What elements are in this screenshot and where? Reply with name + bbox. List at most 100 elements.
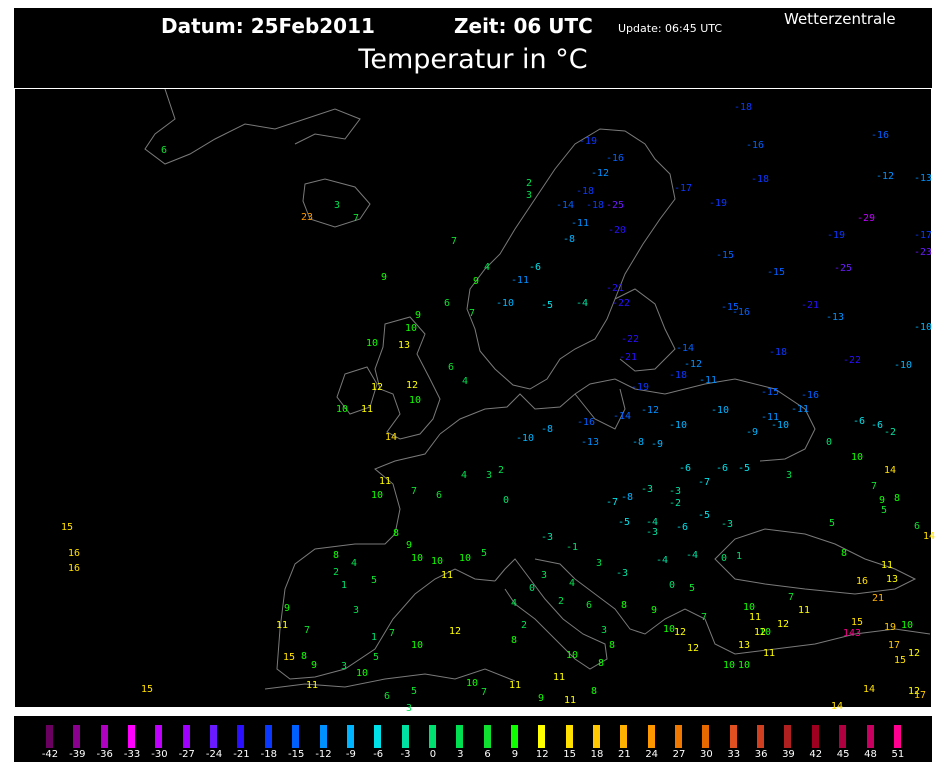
station-temperature: 8 [301,651,308,662]
station-temperature: 1 [341,580,348,591]
station-temperature: 10 [409,395,422,406]
station-temperature: 11 [379,476,392,487]
station-temperature: 8 [511,635,518,646]
station-temperature: -6 [676,522,689,533]
station-temperature: 5 [829,518,836,529]
station-temperature: 10 [336,404,349,415]
station-temperature: -19 [827,230,846,241]
station-temperature: -10 [914,322,933,333]
legend-swatch [319,725,327,748]
station-temperature: 12 [908,648,921,659]
station-temperature: 0 [529,583,536,594]
station-temperature: -3 [669,486,682,497]
station-temperature: -12 [641,405,660,416]
legend-item: 12 [532,716,552,762]
station-temperature: -19 [579,136,598,147]
legend-swatch [702,725,710,748]
legend-swatch [483,725,491,748]
station-temperature: -22 [612,298,631,309]
station-temperature: 12 [371,382,384,393]
legend-item: -18 [259,716,279,762]
station-temperature: -10 [711,405,730,416]
station-temperature: 0 [503,495,510,506]
station-temperature: -11 [699,375,718,386]
station-temperature: -13 [914,173,933,184]
station-temperature: 13 [398,340,411,351]
station-temperature: 9 [311,660,318,671]
station-temperature: 0 [721,553,728,564]
station-temperature: -5 [618,517,631,528]
legend-swatch [100,725,108,748]
legend-item: 15 [560,716,580,762]
station-temperature: -12 [876,171,895,182]
station-temperature: 10 [356,668,369,679]
legend-swatch [538,725,546,748]
time-label: Zeit: 06 UTC [454,14,593,38]
station-temperature: 11 [361,404,374,415]
station-temperature: -22 [621,334,640,345]
station-temperature: 11 [553,672,566,683]
station-temperature: 8 [598,658,605,669]
station-temperature: 10 [459,553,472,564]
station-temperature: -23 [914,247,933,258]
station-temperature: -14 [676,343,695,354]
station-temperature: -22 [843,355,862,366]
legend-item: 39 [778,716,798,762]
station-temperature: -18 [751,174,770,185]
station-temperature: 7 [389,628,396,639]
station-temperature: 7 [451,236,458,247]
legend-swatch [155,725,163,748]
station-temperature: 8 [591,686,598,697]
station-temperature: 8 [841,548,848,559]
station-temperature: -2 [884,427,897,438]
legend-swatch [893,725,901,748]
station-temperature: 2 [498,465,505,476]
station-temperature: -9 [746,427,759,438]
station-temperature: -19 [631,382,650,393]
station-temperature: 9 [473,276,480,287]
station-temperature: 10 [371,490,384,501]
station-temperature: 9 [651,605,658,616]
station-temperature: -14 [613,411,632,422]
legend-item: -21 [231,716,251,762]
station-temperature: 11 [881,560,894,571]
legend-swatch [811,725,819,748]
station-temperature: 10 [901,620,914,631]
station-temperature: 6 [384,691,391,702]
station-temperature: 2 [526,178,533,189]
station-temperature: -7 [698,477,711,488]
station-temperature: 12 [406,380,419,391]
uk-coast [374,316,441,440]
legend-swatch [292,725,300,748]
station-temperature: -16 [801,390,820,401]
station-temperature: -10 [894,360,913,371]
station-temperature: -7 [606,497,619,508]
station-temperature: -6 [529,262,542,273]
station-temperature: 5 [689,583,696,594]
legend-item: -42 [40,716,60,762]
station-temperature: -3 [646,527,659,538]
station-temperature: 3 [406,703,413,714]
station-temperature: 9 [538,693,545,704]
legend-item: -27 [177,716,197,762]
station-temperature: 23 [301,212,314,223]
station-temperature: 16 [68,563,81,574]
station-temperature: -25 [606,200,625,211]
station-temperature: 10 [566,650,579,661]
station-temperature: -6 [871,420,884,431]
station-temperature: -25 [834,263,853,274]
legend-label: 51 [891,749,905,760]
station-temperature: 7 [411,486,418,497]
station-temperature: -4 [576,298,589,309]
legend-item: 51 [888,716,908,762]
legend-item: 48 [861,716,881,762]
station-temperature: -12 [591,168,610,179]
station-temperature: 0 [826,437,833,448]
station-temperature: -21 [606,283,625,294]
legend-swatch [237,725,245,748]
update-label: Update: 06:45 UTC [618,22,723,35]
station-temperature: -10 [516,433,535,444]
legend-swatch [784,725,792,748]
legend-item: 18 [587,716,607,762]
station-temperature: -14 [556,200,575,211]
